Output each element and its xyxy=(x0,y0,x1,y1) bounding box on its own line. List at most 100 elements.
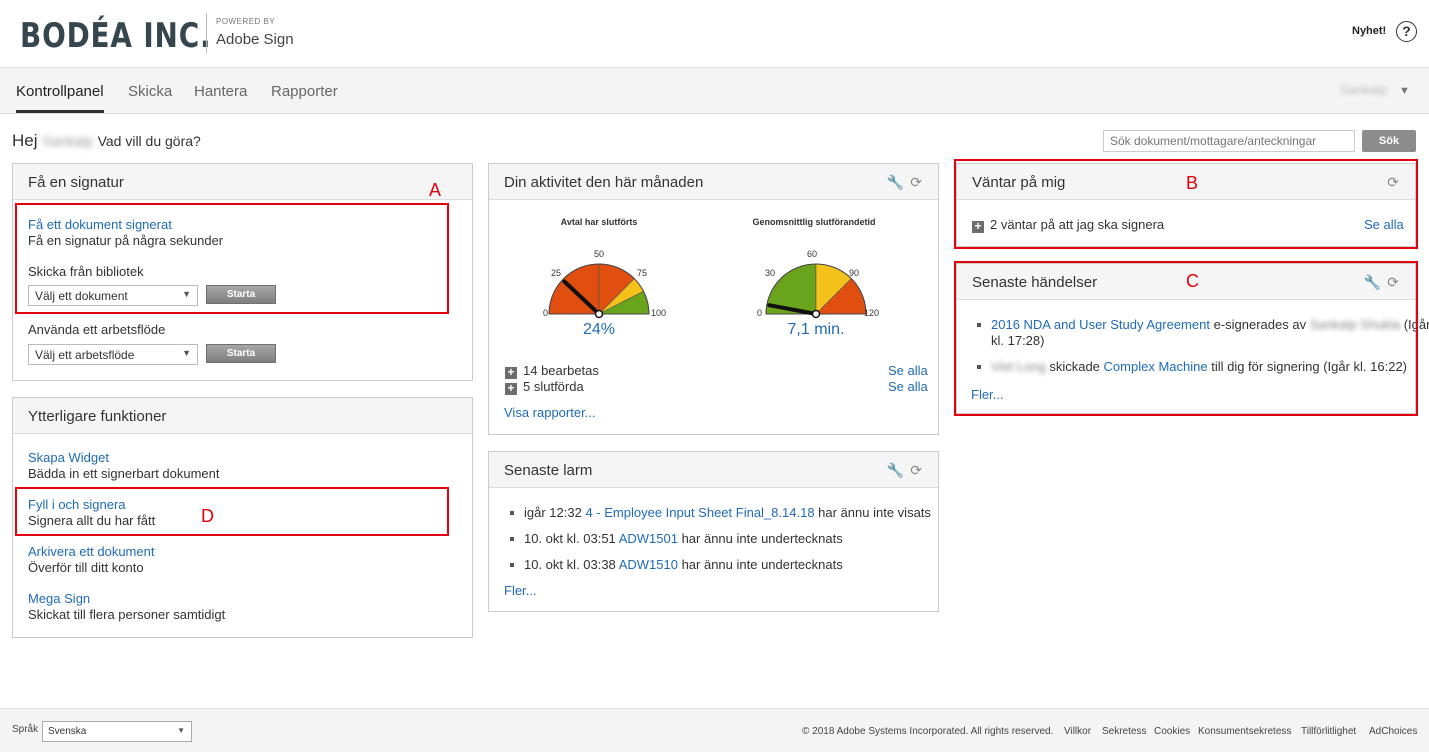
alarm-time: 10. okt kl. 03:38 xyxy=(524,557,616,572)
completed-label: 5 slutförda xyxy=(523,379,584,394)
tab-skicka[interactable]: Skicka xyxy=(128,83,172,100)
create-widget-desc: Bädda in ett signerbart dokument xyxy=(28,466,220,481)
panel-title: Senaste larm xyxy=(504,462,593,479)
alarm-time: igår 12:32 xyxy=(524,505,582,520)
language-select[interactable]: Svenska ▼ xyxy=(42,721,192,742)
footer-link-tillforlitlighet[interactable]: Tillförlitlighet xyxy=(1301,726,1356,737)
footer-link-adchoices[interactable]: AdChoices xyxy=(1369,726,1417,737)
gauge-2-tick: 120 xyxy=(864,308,880,318)
gauge-1-tick: 75 xyxy=(637,268,648,278)
chevron-down-icon: ▼ xyxy=(182,348,191,358)
bullet xyxy=(510,511,514,515)
powered-by-label: POWERED BY xyxy=(216,17,276,26)
footer-link-cookies[interactable]: Cookies xyxy=(1154,726,1190,737)
active-tab-indicator xyxy=(16,110,104,113)
footer-link-konsumentsekretess[interactable]: Konsumentsekretess xyxy=(1198,726,1291,737)
gauge-2-tick: 0 xyxy=(757,308,763,318)
chevron-down-icon: ▼ xyxy=(177,726,185,735)
gauge-2-title: Genomsnittlig slutförandetid xyxy=(752,217,876,227)
copyright-text: © 2018 Adobe Systems Incorporated. All r… xyxy=(802,726,1054,737)
top-header: BODÉA INC. POWERED BY Adobe Sign Nyhet! … xyxy=(0,0,1429,68)
footer-link-villkor[interactable]: Villkor xyxy=(1064,726,1091,737)
panel-title: Ytterligare funktioner xyxy=(28,408,167,425)
main-nav: Kontrollpanel Skicka Hantera Rapporter S… xyxy=(0,68,1429,114)
panel-header: Få en signatur xyxy=(13,164,472,200)
gauge-1-title: Avtal har slutförts xyxy=(560,217,638,227)
gauge-2-tick: 60 xyxy=(807,249,818,259)
view-reports-link[interactable]: Visa rapporter... xyxy=(504,405,596,420)
workflow-start-button[interactable]: Starta xyxy=(206,344,276,363)
gauge-1-tick: 100 xyxy=(651,308,667,318)
archive-document-link[interactable]: Arkivera ett dokument xyxy=(28,544,154,559)
greeting: Hej Sankalp Vad vill du göra? xyxy=(12,131,201,151)
alarm-time: 10. okt kl. 03:51 xyxy=(524,531,616,546)
search-input[interactable] xyxy=(1103,130,1355,152)
create-widget-link[interactable]: Skapa Widget xyxy=(28,450,109,465)
alarm-text: har ännu inte visats xyxy=(818,505,931,520)
user-menu[interactable]: Sankalp xyxy=(1340,82,1387,97)
gauge-2-tick: 30 xyxy=(765,268,776,278)
help-icon[interactable]: ? xyxy=(1396,21,1417,42)
annotation-label-a: A xyxy=(429,180,442,200)
greeting-hello: Hej xyxy=(12,131,38,150)
annotation-label-d: D xyxy=(201,506,214,526)
wrench-icon[interactable]: 🔧 xyxy=(887,462,904,478)
language-label: Språk xyxy=(12,724,39,735)
gauge-hub xyxy=(811,309,821,319)
completed-row[interactable]: +5 slutförda xyxy=(505,379,584,395)
annotation-box-a xyxy=(15,203,449,314)
language-select-value: Svenska xyxy=(48,726,87,737)
gauge-hub xyxy=(594,309,604,319)
panel-header: Ytterligare funktioner xyxy=(13,398,472,434)
logo-divider xyxy=(206,13,207,53)
footer-link-sekretess[interactable]: Sekretess xyxy=(1102,726,1146,737)
news-link[interactable]: Nyhet! xyxy=(1352,25,1386,37)
company-logo: BODÉA INC. xyxy=(20,16,212,56)
in-progress-row[interactable]: +14 bearbetas xyxy=(505,363,599,379)
alarms-more-link[interactable]: Fler... xyxy=(504,583,537,598)
panel-tools: 🔧 ⟳ xyxy=(881,174,922,191)
gauge-1-tick: 0 xyxy=(543,308,549,318)
see-all-completed-link[interactable]: Se alla xyxy=(888,379,928,394)
alarms-panel: Senaste larm 🔧 ⟳ igår 12:32 4 - Employee … xyxy=(488,451,939,612)
see-all-in-progress-link[interactable]: Se alla xyxy=(888,363,928,378)
workflow-select[interactable]: Välj ett arbetsflöde ▼ xyxy=(28,344,198,365)
panel-title: Din aktivitet den här månaden xyxy=(504,174,704,191)
bullet xyxy=(510,563,514,567)
refresh-icon[interactable]: ⟳ xyxy=(910,174,922,190)
alarm-document-link[interactable]: ADW1501 xyxy=(619,531,678,546)
tab-hantera[interactable]: Hantera xyxy=(194,83,247,100)
mega-sign-desc: Skickat till flera personer samtidigt xyxy=(28,607,226,622)
gauge-1-value: 24% xyxy=(582,321,616,338)
workflow-select-value: Välj ett arbetsflöde xyxy=(35,348,135,362)
tab-rapporter[interactable]: Rapporter xyxy=(271,83,338,100)
gauge-1-tick: 50 xyxy=(594,249,605,259)
workflow-label: Använda ett arbetsflöde xyxy=(28,322,166,337)
in-progress-label: 14 bearbetas xyxy=(523,363,599,378)
search-button[interactable]: Sök xyxy=(1362,130,1416,152)
alarm-text: har ännu inte undertecknats xyxy=(681,557,843,572)
mega-sign-link[interactable]: Mega Sign xyxy=(28,591,90,606)
refresh-icon[interactable]: ⟳ xyxy=(910,462,922,478)
panel-header: Din aktivitet den här månaden 🔧 ⟳ xyxy=(489,164,938,200)
expand-icon[interactable]: + xyxy=(505,366,517,379)
bullet xyxy=(510,537,514,541)
panel-tools: 🔧 ⟳ xyxy=(881,462,922,479)
greeting-question: Vad vill du göra? xyxy=(97,133,201,149)
alarm-document-link[interactable]: 4 - Employee Input Sheet Final_8.14.18 xyxy=(585,505,814,520)
expand-icon[interactable]: + xyxy=(505,382,517,395)
alarm-item: 10. okt kl. 03:51 ADW1501 har ännu inte … xyxy=(524,531,843,546)
alarm-item: igår 12:32 4 - Employee Input Sheet Fina… xyxy=(524,505,931,520)
gauge-2-tick: 90 xyxy=(849,268,860,278)
panel-header: Senaste larm 🔧 ⟳ xyxy=(489,452,938,488)
alarm-text: har ännu inte undertecknats xyxy=(681,531,843,546)
greeting-username: Sankalp xyxy=(42,133,93,149)
alarm-document-link[interactable]: ADW1510 xyxy=(619,557,678,572)
tab-kontrollpanel[interactable]: Kontrollpanel xyxy=(16,83,104,100)
panel-title: Få en signatur xyxy=(28,174,124,191)
annotation-label-c: C xyxy=(1186,271,1199,291)
annotation-label-b: B xyxy=(1186,173,1199,193)
wrench-icon[interactable]: 🔧 xyxy=(887,174,904,190)
chevron-down-icon[interactable]: ▼ xyxy=(1399,85,1410,97)
footer: Språk Svenska ▼ © 2018 Adobe Systems Inc… xyxy=(0,708,1429,752)
